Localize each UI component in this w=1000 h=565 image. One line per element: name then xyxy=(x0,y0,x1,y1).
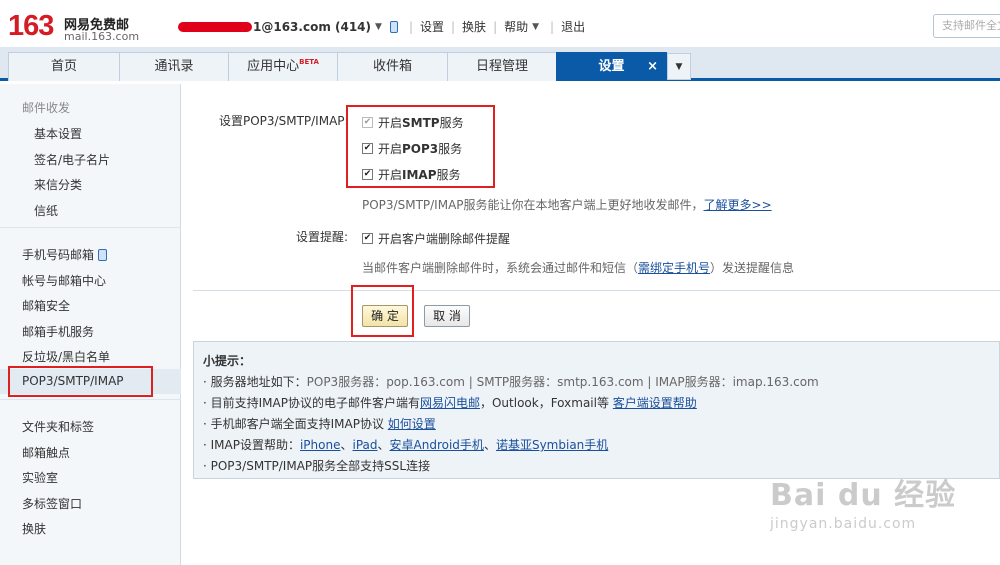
bind-phone-link[interactable]: 需绑定手机号 xyxy=(638,261,710,275)
tip-server-addresses: · 服务器地址如下：POP3服务器：pop.163.com | SMTP服务器：… xyxy=(203,373,819,390)
divider: | xyxy=(451,19,456,34)
divider: | xyxy=(493,19,498,34)
pop-hint: POP3/SMTP/IMAP服务能让你在本地客户端上更好地收发邮件，了解更多>> xyxy=(362,196,772,213)
flash-mail-link[interactable]: 网易闪电邮 xyxy=(420,396,480,410)
sidebar-divider xyxy=(0,227,181,228)
how-to-setup-link[interactable]: 如何设置 xyxy=(388,417,436,431)
sidebar-item-mail-filter[interactable]: 来信分类 xyxy=(34,176,82,193)
highlight-box xyxy=(8,366,153,397)
highlight-box xyxy=(346,105,495,188)
settings-link[interactable]: 设置 xyxy=(420,18,444,35)
sidebar-group-title: 邮件收发 xyxy=(22,101,71,115)
tip-mobile-client: · 手机邮客户端全面支持IMAP协议 如何设置 xyxy=(203,415,436,432)
chevron-down-icon[interactable]: ▼ xyxy=(375,22,382,32)
remind-checkbox-row[interactable]: ✔ 开启客户端删除邮件提醒 xyxy=(362,230,510,247)
tip-servers: POP3服务器：pop.163.com | SMTP服务器：smtp.163.c… xyxy=(306,375,819,389)
remind-hint: 当邮件客户端删除邮件时，系统会通过邮件和短信（需绑定手机号）发送提醒信息 xyxy=(362,259,794,276)
tab-label: 日程管理 xyxy=(475,59,528,74)
tips-panel: 小提示： · 服务器地址如下：POP3服务器：pop.163.com | SMT… xyxy=(193,341,1000,479)
watermark-brand: Bai du 经验 xyxy=(770,478,957,513)
help-link[interactable]: 帮助 xyxy=(504,18,528,35)
remind-checkbox[interactable]: ✔ xyxy=(362,233,373,244)
divider: | xyxy=(550,19,555,34)
ipad-link[interactable]: iPad xyxy=(353,438,378,452)
tab-label: 应用中心 xyxy=(247,59,300,74)
account-email[interactable]: 1@163.com (414) xyxy=(253,20,371,34)
sidebar-item-touchpoints[interactable]: 邮箱触点 xyxy=(22,444,70,461)
pop-setting-label: 设置POP3/SMTP/IMAP: xyxy=(219,114,349,128)
tip-text: · 手机邮客户端全面支持IMAP协议 xyxy=(203,417,384,431)
sidebar-item-label: 手机号码邮箱 xyxy=(22,248,95,262)
tab-label: 首页 xyxy=(50,59,77,74)
client-help-link[interactable]: 客户端设置帮助 xyxy=(613,396,697,410)
tip-ssl: · POP3/SMTP/IMAP服务全部支持SSL连接 xyxy=(203,459,431,473)
sidebar-item-security[interactable]: 邮箱安全 xyxy=(22,297,70,314)
tab-settings[interactable]: 设置 × xyxy=(556,52,667,81)
tip-clients: · 目前支持IMAP协议的电子邮件客户端有网易闪电邮，Outlook，Foxma… xyxy=(203,394,697,411)
logo-number[interactable]: 163 xyxy=(8,10,54,43)
sidebar-item-signature[interactable]: 签名/电子名片 xyxy=(34,151,110,168)
tab-menu-chevron-icon[interactable]: ▼ xyxy=(667,53,691,80)
sidebar-item-stationery[interactable]: 信纸 xyxy=(34,202,58,219)
tip-imap-help: · IMAP设置帮助：iPhone、iPad、安卓Android手机、诺基亚Sy… xyxy=(203,436,608,453)
sidebar-item-basic-settings[interactable]: 基本设置 xyxy=(34,125,82,142)
beta-badge: BETA xyxy=(299,58,319,66)
tab-label: 设置 xyxy=(598,59,625,74)
hint-text: 当邮件客户端删除邮件时，系统会通过邮件和短信（ xyxy=(362,261,639,275)
sidebar-item-skin[interactable]: 换肤 xyxy=(22,520,46,537)
cancel-button[interactable]: 取 消 xyxy=(424,305,470,327)
remind-setting-label: 设置提醒: xyxy=(296,230,349,244)
tip-text: · 目前支持IMAP协议的电子邮件客户端有 xyxy=(203,396,420,410)
sidebar-item-phone-mailbox[interactable]: 手机号码邮箱 xyxy=(22,246,108,263)
user-bar: 1@163.com (414) ▼ | 设置 | 换肤 | 帮助 ▼ | 退出 xyxy=(178,18,585,35)
tab-inbox[interactable]: 收件箱 xyxy=(337,52,448,81)
sidebar: 邮件收发 基本设置 签名/电子名片 来信分类 信纸 手机号码邮箱 帐号与邮箱中心… xyxy=(0,84,181,565)
chevron-down-icon[interactable]: ▼ xyxy=(532,22,539,32)
close-icon[interactable]: × xyxy=(647,53,658,80)
tip-text: · 服务器地址如下： xyxy=(203,375,307,389)
separator: 、 xyxy=(377,438,390,452)
skin-link[interactable]: 换肤 xyxy=(462,18,486,35)
tip-text: ，Outlook，Foxmail等 xyxy=(479,396,609,410)
tab-label: 收件箱 xyxy=(372,59,412,74)
learn-more-link[interactable]: 了解更多>> xyxy=(704,198,772,212)
checkbox-label: 开启客户端删除邮件提醒 xyxy=(378,232,511,246)
iphone-link[interactable]: iPhone xyxy=(300,438,341,452)
tab-home[interactable]: 首页 xyxy=(8,52,120,81)
tab-contacts[interactable]: 通讯录 xyxy=(119,52,229,81)
search-input[interactable]: 支持邮件全文 xyxy=(933,14,1000,38)
sidebar-item-mobile-service[interactable]: 邮箱手机服务 xyxy=(22,323,94,340)
symbian-link[interactable]: 诺基亚Symbian手机 xyxy=(496,438,608,452)
baidu-watermark: Bai du 经验 jingyan.baidu.com xyxy=(770,470,956,532)
separator: 、 xyxy=(340,438,353,452)
divider: | xyxy=(408,19,413,34)
phone-icon xyxy=(98,249,108,261)
top-header: 163 网易免费邮 mail.163.com 1@163.com (414) ▼… xyxy=(0,0,1000,50)
tip-text: · IMAP设置帮助： xyxy=(203,438,300,452)
tips-title: 小提示： xyxy=(203,354,252,368)
tab-calendar[interactable]: 日程管理 xyxy=(447,52,557,81)
separator: 、 xyxy=(483,438,496,452)
logout-link[interactable]: 退出 xyxy=(561,18,585,35)
logo-domain: mail.163.com xyxy=(64,30,140,43)
highlight-box xyxy=(351,285,414,337)
sidebar-divider xyxy=(0,399,181,400)
sidebar-item-lab[interactable]: 实验室 xyxy=(22,469,58,486)
tab-app-center[interactable]: 应用中心BETA xyxy=(228,52,338,81)
watermark-url: jingyan.baidu.com xyxy=(770,516,917,532)
android-link[interactable]: 安卓Android手机 xyxy=(390,438,484,452)
divider xyxy=(193,290,1000,291)
hint-text: POP3/SMTP/IMAP服务能让你在本地客户端上更好地收发邮件， xyxy=(362,198,704,212)
sidebar-item-multi-tab[interactable]: 多标签窗口 xyxy=(22,495,82,512)
sidebar-item-folders-labels[interactable]: 文件夹和标签 xyxy=(22,418,94,435)
tab-label: 通讯录 xyxy=(154,59,194,74)
phone-icon[interactable] xyxy=(389,20,398,33)
sidebar-item-antispam[interactable]: 反垃圾/黑白名单 xyxy=(22,348,110,365)
sidebar-item-account-center[interactable]: 帐号与邮箱中心 xyxy=(22,272,106,289)
redacted-username xyxy=(178,21,252,32)
hint-text: ）发送提醒信息 xyxy=(710,261,795,275)
